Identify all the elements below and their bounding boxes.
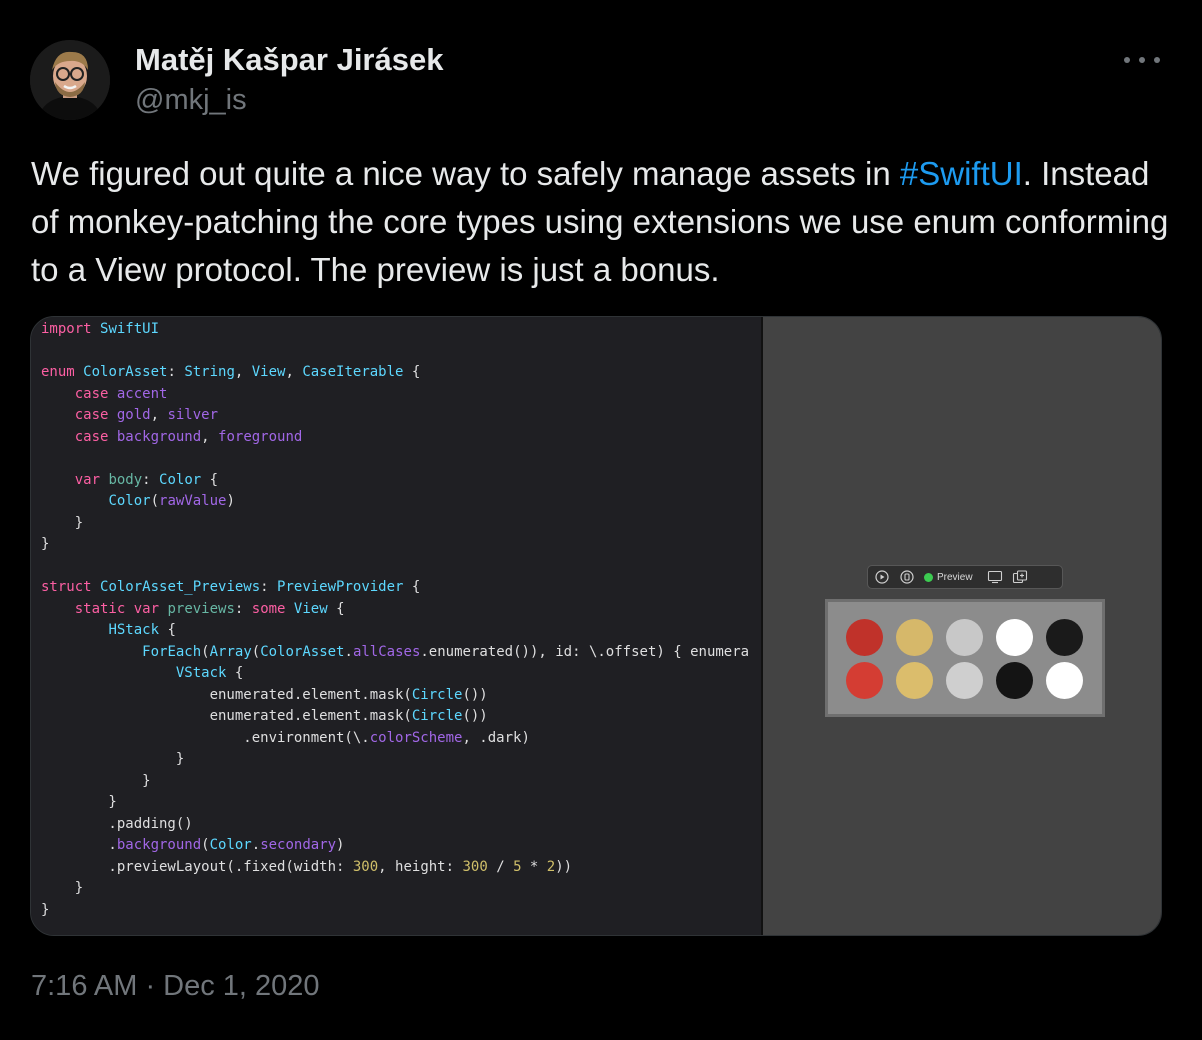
code-line: .previewLayout(.fixed(width: 300, height…	[41, 858, 573, 875]
hashtag-link[interactable]: #SwiftUI	[900, 155, 1023, 192]
color-swatch	[896, 662, 933, 699]
color-swatch	[996, 619, 1033, 656]
code-block: import SwiftUI enum ColorAsset: String, …	[41, 319, 749, 921]
code-line: }	[41, 772, 151, 789]
preview-toolbar: Preview	[867, 565, 1063, 589]
code-line: }	[41, 751, 185, 767]
color-swatch	[996, 662, 1033, 699]
live-status-icon	[924, 572, 933, 582]
preview-label: Preview	[937, 571, 973, 583]
color-swatch	[846, 662, 883, 699]
code-line: HStack {	[108, 622, 176, 638]
code-line: .environment(\.colorScheme, .dark)	[41, 729, 530, 746]
code-line: enumerated.element.mask(Circle())	[41, 686, 488, 703]
code-editor-pane: import SwiftUI enum ColorAsset: String, …	[31, 317, 761, 935]
media-attachment[interactable]: import SwiftUI enum ColorAsset: String, …	[30, 316, 1162, 936]
code-line: var body: Color {	[74, 471, 219, 488]
code-line: enumerated.element.mask(Circle())	[41, 708, 488, 724]
code-line: enum ColorAsset: String, View, CaseItera…	[41, 364, 421, 380]
tweet-timestamp[interactable]: 7:16 AM · Dec 1, 2020	[31, 970, 320, 1003]
play-circle-icon[interactable]	[874, 569, 890, 585]
tweet-text: We figured out quite a nice way to safel…	[31, 150, 1181, 294]
preview-status: Preview	[924, 572, 973, 583]
code-line: struct ColorAsset_Previews: PreviewProvi…	[41, 579, 421, 595]
color-swatch	[846, 619, 883, 656]
code-line: .background(Color.secondary)	[41, 837, 345, 853]
code-line: import SwiftUI	[41, 321, 160, 337]
device-icon[interactable]	[987, 569, 1003, 585]
preview-canvas: Preview	[763, 317, 1161, 935]
code-line: Color(rawValue)	[108, 493, 235, 509]
code-line: VStack {	[175, 665, 244, 681]
code-line: case accent	[74, 385, 168, 402]
code-line: ForEach(Array(ColorAsset.allCases.enumer…	[142, 643, 750, 660]
code-line: .padding()	[41, 815, 193, 832]
color-swatch	[946, 619, 983, 656]
code-line: }	[41, 880, 84, 896]
code-line: }	[41, 514, 84, 531]
tweet-text-before: We figured out quite a nice way to safel…	[31, 155, 900, 192]
more-horizontal-icon[interactable]	[1124, 52, 1160, 68]
author-name[interactable]: Matěj Kašpar Jirásek	[135, 42, 443, 78]
inspect-icon[interactable]	[899, 569, 915, 585]
code-line: static var previews: some View {	[74, 600, 345, 617]
color-swatch	[896, 619, 933, 656]
duplicate-icon[interactable]	[1012, 569, 1028, 585]
color-swatch	[1046, 619, 1083, 656]
color-swatch	[946, 662, 983, 699]
color-swatch	[1046, 662, 1083, 699]
code-line: case background, foreground	[74, 428, 303, 445]
author-handle[interactable]: @mkj_is	[135, 84, 247, 117]
code-line: }	[41, 536, 50, 552]
code-line: }	[41, 794, 117, 810]
code-line: }	[41, 901, 50, 918]
color-swatch-preview	[825, 599, 1105, 717]
avatar[interactable]	[30, 40, 110, 120]
code-line: case gold, silver	[74, 407, 219, 423]
